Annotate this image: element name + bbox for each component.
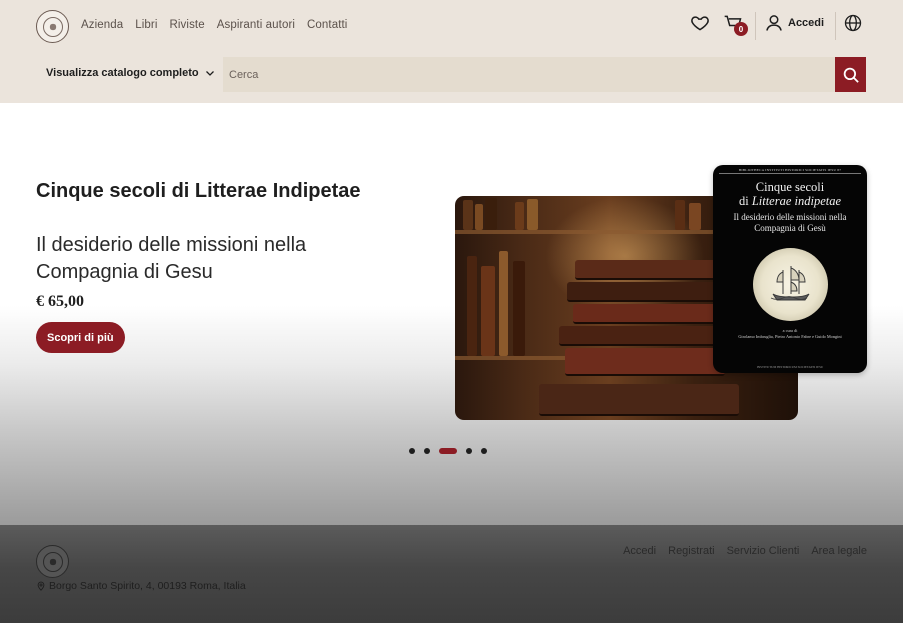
cover-subtitle: Il desiderio delle missioni nella Compag…: [733, 212, 847, 233]
photo-book-spine: [689, 203, 701, 230]
photo-book-stack: [565, 348, 725, 376]
carousel-dot-1[interactable]: [409, 448, 415, 454]
search-input[interactable]: [223, 57, 835, 92]
globe-icon[interactable]: [842, 12, 864, 34]
photo-book-spine: [467, 256, 477, 356]
hero-carousel: Cinque secoli di Litterae Indipetae Il d…: [0, 103, 903, 525]
cover-credit-names: Girolamo Imbruglia, Pietro Antonio Fabre…: [738, 334, 842, 339]
chevron-down-icon: [205, 71, 214, 76]
footer-link-registrati[interactable]: Registrati: [668, 545, 714, 557]
logo-seal[interactable]: [36, 10, 69, 43]
hero-title: Cinque secoli di Litterae Indipetae: [36, 180, 361, 202]
photo-book-spine: [675, 200, 685, 230]
photo-book-spine: [475, 204, 483, 230]
nav-link-riviste[interactable]: Riviste: [170, 19, 205, 31]
cart-count-badge: 0: [734, 22, 748, 36]
top-nav: Azienda Libri Riviste Aspiranti autori C…: [81, 19, 347, 31]
hero-price: € 65,00: [36, 293, 84, 310]
location-pin-icon: [37, 581, 45, 591]
nav-link-azienda[interactable]: Azienda: [81, 19, 123, 31]
carousel-dot-3-active[interactable]: [439, 448, 457, 454]
footer-logo-seal-inner: [42, 551, 63, 572]
carousel-dot-5[interactable]: [481, 448, 487, 454]
cover-title-italic: Litterae indipetae: [751, 194, 842, 208]
nav-link-aspiranti-autori[interactable]: Aspiranti autori: [217, 19, 295, 31]
catalog-dropdown-button[interactable]: Visualizza catalogo completo: [46, 67, 216, 79]
photo-book-spine: [485, 198, 497, 230]
site-footer: Borgo Santo Spirito, 4, 00193 Roma, Ital…: [0, 525, 903, 623]
footer-link-accedi[interactable]: Accedi: [623, 545, 656, 557]
catalog-dropdown-label: Visualizza catalogo completo: [46, 67, 199, 79]
photo-book-spine: [527, 199, 538, 230]
user-icon[interactable]: [763, 12, 785, 34]
site-header: Azienda Libri Riviste Aspiranti autori C…: [0, 0, 903, 103]
header-divider: [835, 12, 836, 40]
nav-link-libri[interactable]: Libri: [135, 19, 157, 31]
cover-title: Cinque secoli di Litterae indipetae: [719, 180, 861, 208]
photo-book-spine: [463, 200, 473, 230]
photo-book-stack: [559, 326, 729, 346]
discover-more-button[interactable]: Scopri di più: [36, 322, 125, 353]
cover-publisher: INSTITUTUM HISTORICUM SOCIETATIS IESU: [756, 365, 824, 369]
cover-credit-label: a cura di: [782, 328, 798, 333]
photo-book-spine: [513, 261, 525, 356]
cover-title-line1: Cinque secoli: [755, 180, 825, 194]
nav-link-contatti[interactable]: Contatti: [307, 19, 347, 31]
carousel-dot-4[interactable]: [466, 448, 472, 454]
footer-logo-seal[interactable]: [36, 545, 69, 578]
header-divider: [755, 12, 756, 40]
footer-address-text: Borgo Santo Spirito, 4, 00193 Roma, Ital…: [49, 580, 246, 592]
footer-address: Borgo Santo Spirito, 4, 00193 Roma, Ital…: [36, 580, 246, 592]
photo-book-stack: [539, 384, 739, 416]
photo-book-spine: [499, 251, 508, 356]
ship-icon: [770, 266, 810, 301]
footer-link-area-legale[interactable]: Area legale: [811, 545, 867, 557]
carousel-dots: [409, 448, 487, 454]
photo-book-spine: [481, 266, 495, 356]
cover-title-di: di: [738, 194, 749, 208]
carousel-dot-2[interactable]: [424, 448, 430, 454]
logo-seal-inner: [42, 16, 63, 37]
login-link[interactable]: Accedi: [788, 17, 824, 29]
photo-book-stack: [573, 304, 729, 324]
cover-credit: a cura di Girolamo Imbruglia, Pietro Ant…: [719, 328, 861, 340]
book-cover[interactable]: BIBLIOTHECA INSTITUTI HISTORICI SOCIETAT…: [713, 165, 867, 373]
footer-link-servizio-clienti[interactable]: Servizio Clienti: [727, 545, 800, 557]
cover-series: BIBLIOTHECA INSTITUTI HISTORICI SOCIETAT…: [738, 168, 842, 172]
photo-book-stack: [575, 260, 725, 280]
hero-subtitle: Il desiderio delle missioni nella Compag…: [36, 234, 307, 283]
photo-book-spine: [515, 202, 524, 230]
search-button[interactable]: [835, 57, 866, 92]
cover-rule: [719, 173, 861, 174]
footer-links: Accedi Registrati Servizio Clienti Area …: [623, 545, 867, 557]
photo-book-stack: [567, 282, 729, 302]
heart-icon[interactable]: [689, 12, 711, 34]
search-icon: [843, 67, 859, 83]
cover-ship-illustration: [753, 248, 828, 321]
